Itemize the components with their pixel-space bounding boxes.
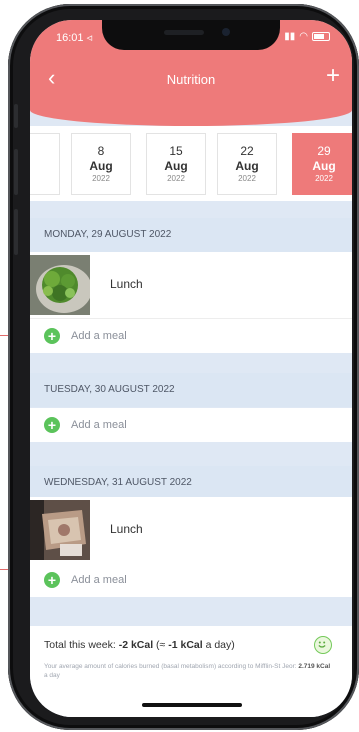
week-item-1[interactable] <box>30 133 60 195</box>
week-year: 2022 <box>238 174 256 183</box>
basal-metabolism-note: Your average amount of calories burned (… <box>44 663 331 679</box>
add-meal-label: Add a meal <box>71 419 127 431</box>
home-indicator <box>142 703 242 707</box>
battery-icon <box>312 32 330 41</box>
week-day: 22 <box>240 144 254 158</box>
phone-frame: 16:01 ◃ ▮▮ ◠ ‹ Nutrition + 8 Aug 2022 15… <box>8 4 359 730</box>
status-time: 16:01 ◃ <box>56 32 93 44</box>
add-meal-label: Add a meal <box>71 330 127 342</box>
add-meal-tuesday[interactable]: + Add a meal <box>30 408 352 442</box>
app-screen: 16:01 ◃ ▮▮ ◠ ‹ Nutrition + 8 Aug 2022 15… <box>30 20 352 717</box>
add-circle-icon: + <box>44 328 60 344</box>
meal-label: Lunch <box>110 522 143 536</box>
week-day: 8 <box>97 144 105 158</box>
week-year: 2022 <box>167 174 185 183</box>
meal-photo-salad <box>30 255 90 315</box>
status-icons: ▮▮ ◠ <box>284 31 330 42</box>
week-month: Aug <box>235 159 259 173</box>
meal-row-wednesday-lunch[interactable]: Lunch <box>30 497 352 564</box>
add-meal-wednesday[interactable]: + Add a meal <box>30 563 352 597</box>
page-title: Nutrition <box>166 72 216 87</box>
notch <box>102 20 280 50</box>
week-month: Aug <box>89 159 113 173</box>
plus-icon: + <box>325 62 340 89</box>
daily-average-value: -1 kCal <box>168 639 203 651</box>
add-meal-monday[interactable]: + Add a meal <box>30 319 352 353</box>
volume-up-button <box>14 149 18 195</box>
week-year: 2022 <box>92 174 110 183</box>
add-circle-icon: + <box>44 572 60 588</box>
day-header-tuesday: TUESDAY, 30 AUGUST 2022 <box>30 373 352 407</box>
meal-row-monday-lunch[interactable]: Lunch <box>30 252 352 319</box>
smiley-icon <box>314 636 332 654</box>
add-circle-icon: + <box>44 417 60 433</box>
volume-down-button <box>14 209 18 255</box>
weekly-total: Total this week: -2 kCal (≈ -1 kCal a da… <box>44 639 235 651</box>
basal-metabolism-value: 2.719 kCal <box>298 663 331 670</box>
wifi-icon: ◠ <box>299 31 308 42</box>
add-meal-label: Add a meal <box>71 574 127 586</box>
week-month: Aug <box>164 159 188 173</box>
week-selector: 8 Aug 2022 15 Aug 2022 22 Aug 2022 29 Au… <box>30 126 352 201</box>
front-camera <box>222 28 230 36</box>
week-year: 2022 <box>315 174 333 183</box>
week-item-22[interactable]: 22 Aug 2022 <box>217 133 277 195</box>
meal-label: Lunch <box>110 277 143 291</box>
signal-icon: ▮▮ <box>284 31 296 42</box>
week-month: Aug <box>312 159 336 173</box>
week-day: 29 <box>317 144 331 158</box>
weekly-total-value: -2 kCal <box>118 639 154 651</box>
week-item-15[interactable]: 15 Aug 2022 <box>146 133 206 195</box>
day-header-wednesday: WEDNESDAY, 31 AUGUST 2022 <box>30 466 352 500</box>
add-button[interactable]: + <box>326 64 340 88</box>
week-item-29-selected[interactable]: 29 Aug 2022 <box>292 133 352 195</box>
week-day: 15 <box>169 144 183 158</box>
speaker <box>164 30 204 35</box>
meal-photo-sandwich <box>30 500 90 560</box>
week-item-8[interactable]: 8 Aug 2022 <box>71 133 131 195</box>
day-header-monday: MONDAY, 29 AUGUST 2022 <box>30 218 352 252</box>
mute-switch <box>14 104 18 128</box>
